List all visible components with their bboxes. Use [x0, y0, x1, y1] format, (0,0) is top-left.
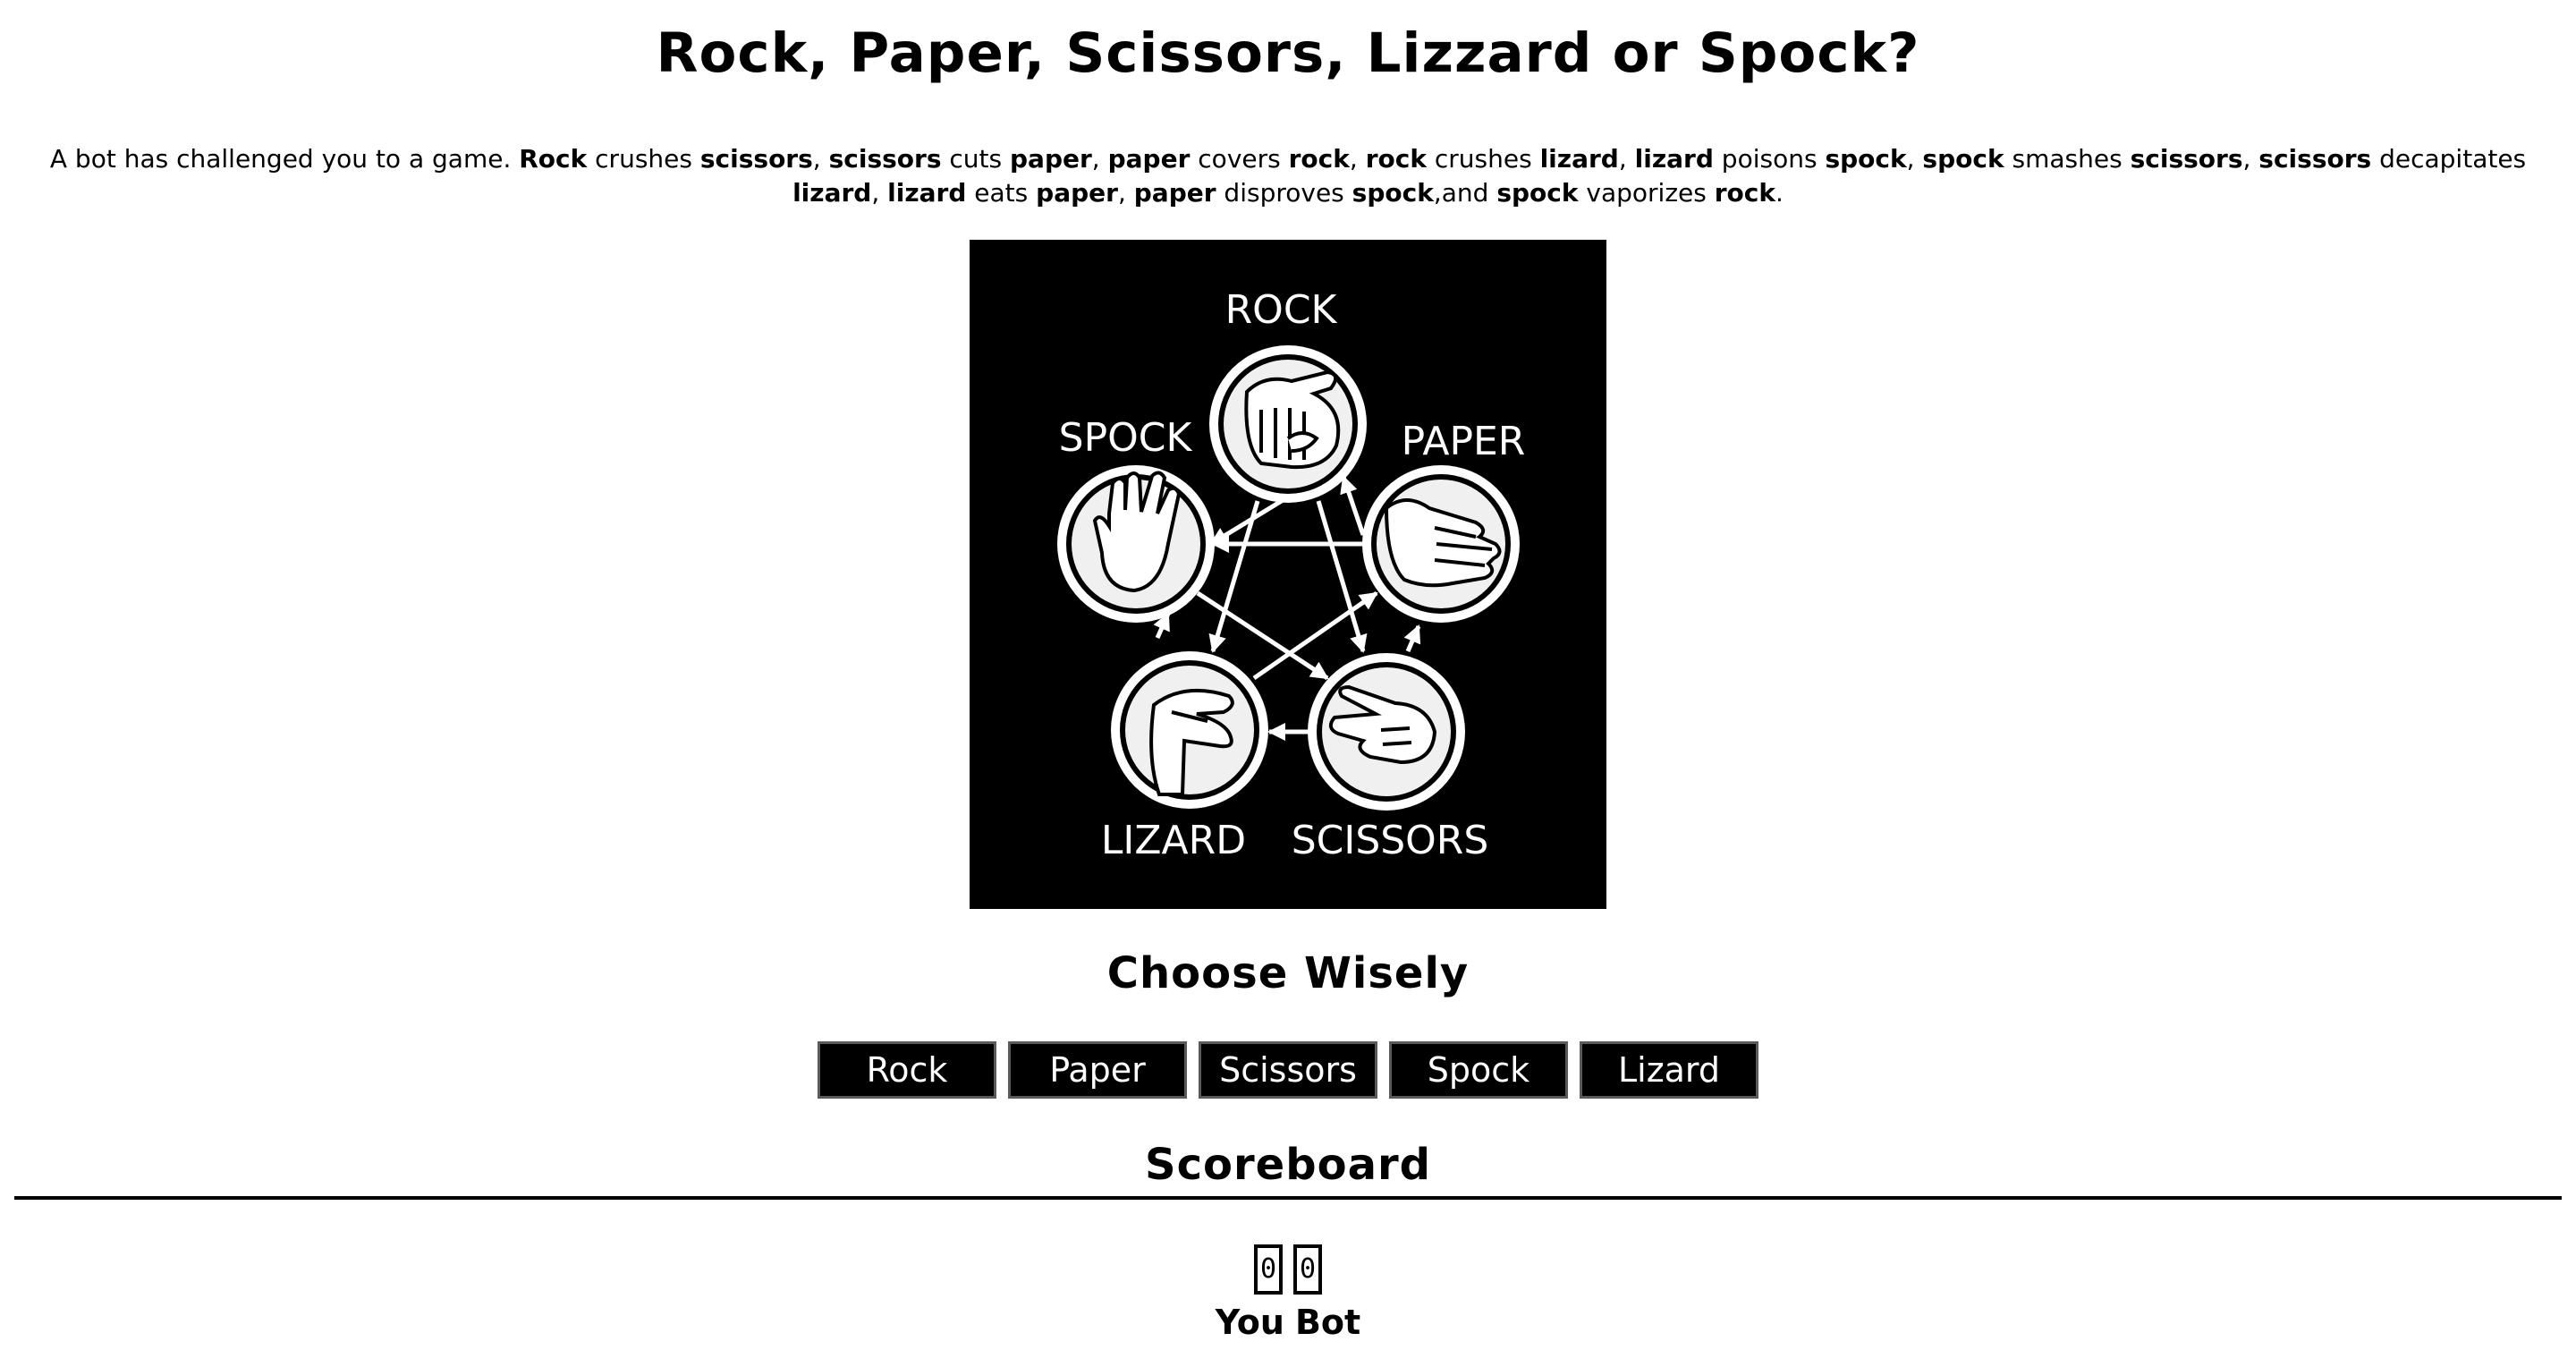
rule-text: cuts	[941, 144, 1011, 174]
bot-score: 0	[1293, 1244, 1322, 1295]
rule-keyword: paper	[1133, 178, 1216, 208]
rule-keyword: spock	[1496, 178, 1579, 208]
spock-label: SPOCK	[1059, 415, 1193, 461]
rule-keyword: lizard	[792, 178, 872, 208]
rule-text: ,	[1091, 144, 1108, 174]
lizard-button[interactable]: Lizard	[1580, 1041, 1758, 1099]
rule-keyword: rock	[1714, 178, 1776, 208]
paper-label: PAPER	[1402, 419, 1526, 464]
choose-heading: Choose Wisely	[1106, 948, 1470, 998]
rule-text: ,	[871, 178, 888, 208]
rule-keyword: paper	[1036, 178, 1118, 208]
rule-text: ,	[1349, 144, 1366, 174]
rule-text: disproves	[1216, 178, 1352, 208]
rule-keyword: Rock	[519, 144, 588, 174]
rule-keyword: spock	[1825, 144, 1907, 174]
scoreboard-heading: Scoreboard	[1145, 1140, 1431, 1190]
rule-text: ,	[1906, 144, 1923, 174]
scoreboard-divider	[14, 1196, 2562, 1200]
game-page: Rock, Paper, Scissors, Lizzard or Spock?…	[0, 0, 2576, 1367]
rule-text: ,and	[1433, 178, 1497, 208]
rock-button[interactable]: Rock	[818, 1041, 996, 1099]
rule-keyword: rock	[1288, 144, 1350, 174]
rule-keyword: paper	[1010, 144, 1092, 174]
scissors-label: SCISSORS	[1292, 818, 1489, 863]
rule-keyword: scissors	[2258, 144, 2372, 174]
rule-keyword: scissors	[828, 144, 942, 174]
rule-text: ,	[2242, 144, 2259, 174]
rules-paragraph: A bot has challenged you to a game. Rock…	[14, 142, 2562, 210]
rule-keyword: paper	[1107, 144, 1191, 174]
rules-text: Rock crushes scissors, scissors cuts pap…	[519, 144, 2526, 208]
rule-keyword: lizard	[1539, 144, 1619, 174]
rule-keyword: scissors	[699, 144, 813, 174]
rule-text: .	[1775, 178, 1784, 208]
lizard-label: LIZARD	[1101, 818, 1246, 863]
rpsls-diagram: ROCK PAPER SPOCK LIZARD SCISSORS	[970, 240, 1606, 909]
rule-keyword: spock	[1352, 178, 1434, 208]
scissors-button[interactable]: Scissors	[1199, 1041, 1377, 1099]
rule-keyword: lizard	[1634, 144, 1714, 174]
you-label: You	[1215, 1303, 1284, 1342]
rule-keyword: scissors	[2130, 144, 2243, 174]
spock-node: SPOCK	[1057, 415, 1215, 623]
rules-lead: A bot has challenged you to a game.	[49, 144, 520, 174]
rule-text: decapitates	[2371, 144, 2527, 174]
you-score: 0	[1254, 1244, 1283, 1295]
rule-text: smashes	[2004, 144, 2131, 174]
rule-text: crushes	[587, 144, 700, 174]
score-labels: You Bot	[14, 1302, 2562, 1343]
choice-buttons: Rock Paper Scissors Spock Lizard	[14, 1041, 2562, 1099]
rock-label: ROCK	[1225, 287, 1338, 333]
rule-text: ,	[812, 144, 829, 174]
rule-text: crushes	[1426, 144, 1540, 174]
rule-text: vaporizes	[1578, 178, 1715, 208]
rule-text: ,	[1117, 178, 1134, 208]
rule-text: ,	[1618, 144, 1635, 174]
rule-text: eats	[966, 178, 1037, 208]
fist-icon	[1244, 369, 1341, 470]
rule-text: poisons	[1713, 144, 1826, 174]
rule-keyword: lizard	[887, 178, 967, 208]
bot-label: Bot	[1294, 1303, 1361, 1342]
rule-keyword: spock	[1922, 144, 2004, 174]
score-values: 0 0	[14, 1244, 2562, 1295]
rule-text: covers	[1190, 144, 1289, 174]
page-title: Rock, Paper, Scissors, Lizzard or Spock?	[656, 21, 1920, 85]
spock-button[interactable]: Spock	[1389, 1041, 1568, 1099]
paper-button[interactable]: Paper	[1008, 1041, 1187, 1099]
rule-keyword: rock	[1365, 144, 1427, 174]
